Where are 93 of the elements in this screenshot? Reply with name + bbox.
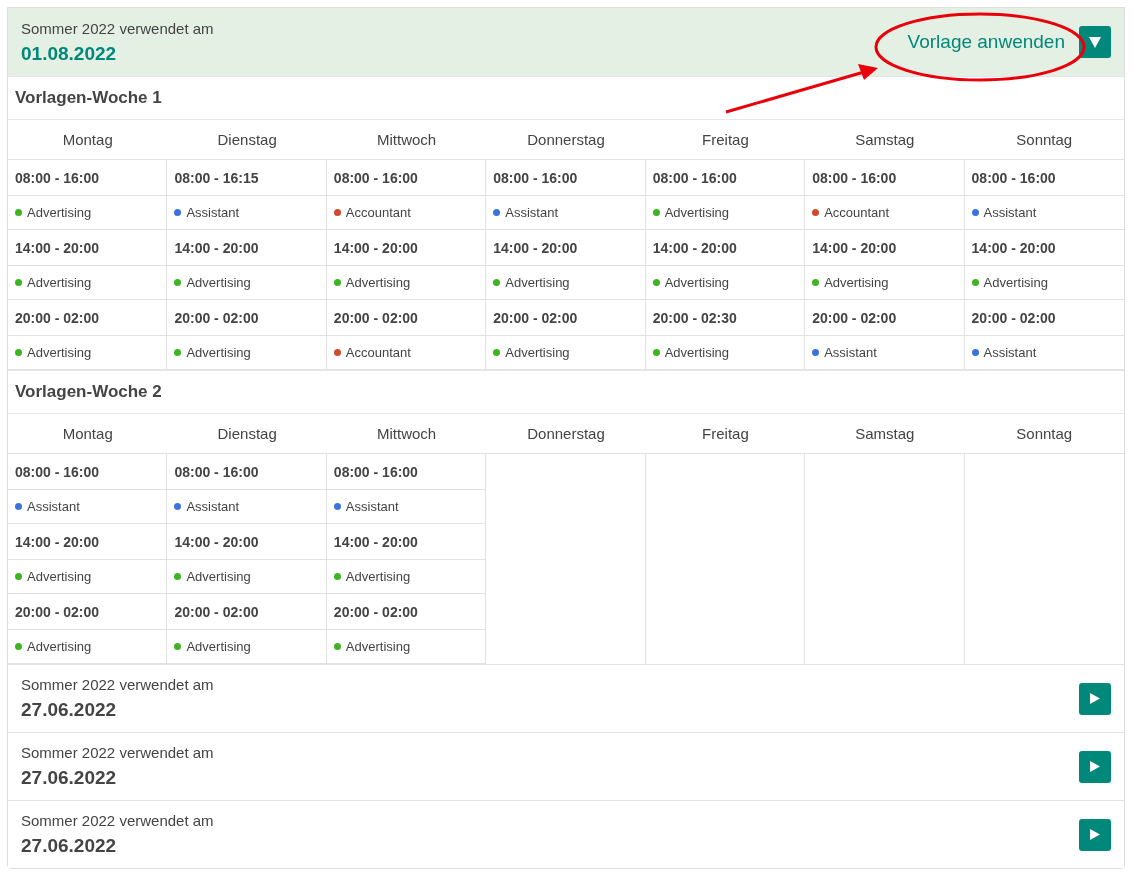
template-label: Sommer 2022 verwendet am (21, 744, 214, 761)
role-label: Accountant (345, 345, 411, 360)
caret-down-icon (1089, 36, 1101, 48)
role-label: Advertising (345, 569, 411, 584)
day-header: Donnerstag (486, 414, 646, 454)
shift-time: 14:00 - 20:00 (167, 230, 326, 266)
shift-time: 20:00 - 02:00 (8, 300, 167, 336)
shift-time: 20:00 - 02:00 (8, 594, 167, 630)
role-label: Assistant (983, 345, 1037, 360)
shift-time: 20:00 - 02:00 (805, 300, 964, 336)
role-label: Assistant (824, 345, 877, 360)
day-header: Freitag (645, 120, 806, 160)
shift-time: 08:00 - 16:00 (8, 454, 167, 490)
role-label: Advertising (186, 569, 251, 584)
day-header: Mittwoch (326, 414, 487, 454)
shift-time: 08:00 - 16:00 (964, 160, 1124, 196)
role-label: Advertising (186, 275, 251, 290)
shift-time: 14:00 - 20:00 (805, 230, 964, 266)
day-header: Dienstag (167, 120, 327, 160)
role-label: Assistant (505, 205, 559, 220)
role-label: Advertising (345, 275, 411, 290)
day-header: Samstag (805, 414, 965, 454)
template-date: 27.06.2022 (21, 835, 118, 857)
role-label: Advertising (27, 345, 92, 360)
role-label: Assistant (186, 205, 240, 220)
toggle-button[interactable] (1079, 750, 1111, 783)
role-label: Accountant (345, 205, 411, 220)
shift-time: 08:00 - 16:00 (805, 160, 964, 196)
role-label: Advertising (186, 345, 251, 360)
role-label: Advertising (27, 275, 92, 290)
day-header: Mittwoch (326, 120, 487, 160)
role-label: Assistant (345, 499, 399, 514)
day-header: Dienstag (167, 414, 327, 454)
day-header: Donnerstag (486, 120, 646, 160)
toggle-button[interactable] (1079, 26, 1111, 58)
shift-time: 20:00 - 02:00 (486, 300, 645, 336)
template-header[interactable]: Sommer 2022 verwendet am 27.06.2022 (8, 800, 1124, 868)
role-label: Advertising (345, 639, 411, 654)
week-title: Vorlagen-Woche 1 (8, 76, 1124, 119)
role-label: Advertising (983, 275, 1048, 290)
play-icon (1090, 761, 1100, 772)
template-label: Sommer 2022 verwendet am (21, 19, 214, 37)
shift-time: 20:00 - 02:00 (167, 594, 326, 630)
role-label: Advertising (186, 639, 251, 654)
day-header: Freitag (645, 414, 806, 454)
role-label: Assistant (27, 499, 80, 514)
play-icon (1090, 829, 1100, 840)
role-label: Advertising (505, 275, 570, 290)
role-label: Advertising (664, 275, 729, 290)
role-label: Assistant (186, 499, 240, 514)
template-date: 27.06.2022 (21, 767, 118, 789)
week-title: Vorlagen-Woche 2 (8, 370, 1124, 413)
role-label: Assistant (983, 205, 1037, 220)
apply-template-link[interactable]: Vorlage anwenden (907, 31, 1065, 53)
template-label: Sommer 2022 verwendet am (21, 676, 214, 693)
shift-time: 20:00 - 02:00 (326, 594, 486, 630)
template-header[interactable]: Sommer 2022 verwendet am 01.08.2022 Vorlage anwenden (8, 8, 1124, 76)
shift-time: 08:00 - 16:00 (8, 160, 167, 196)
toggle-button[interactable] (1079, 818, 1111, 851)
template-label: Sommer 2022 verwendet am (21, 812, 214, 829)
shift-time: 20:00 - 02:30 (645, 300, 805, 336)
day-header: Samstag (805, 120, 965, 160)
role-label: Advertising (824, 275, 889, 290)
day-header: Montag (8, 414, 168, 454)
role-label: Accountant (824, 205, 890, 220)
shift-time: 08:00 - 16:00 (326, 454, 486, 490)
role-label: Advertising (505, 345, 570, 360)
play-icon (1090, 693, 1100, 704)
shift-time: 20:00 - 02:00 (326, 300, 486, 336)
shift-time: 14:00 - 20:00 (486, 230, 645, 266)
shift-time: 08:00 - 16:00 (486, 160, 645, 196)
toggle-button[interactable] (1079, 682, 1111, 715)
shift-time: 14:00 - 20:00 (167, 524, 326, 560)
shift-time: 14:00 - 20:00 (964, 230, 1124, 266)
role-label: Advertising (664, 345, 729, 360)
role-label: Advertising (664, 205, 729, 220)
role-label: Advertising (27, 639, 92, 654)
role-label: Advertising (27, 569, 92, 584)
shift-time: 08:00 - 16:15 (167, 160, 326, 196)
shift-time: 14:00 - 20:00 (8, 524, 167, 560)
shift-time: 08:00 - 16:00 (645, 160, 805, 196)
template-date: 01.08.2022 (21, 42, 118, 65)
day-header: Montag (8, 120, 168, 160)
shift-time: 14:00 - 20:00 (8, 230, 167, 266)
shift-time: 20:00 - 02:00 (167, 300, 326, 336)
shift-time: 14:00 - 20:00 (326, 230, 486, 266)
template-date: 27.06.2022 (21, 699, 118, 721)
shift-time: 14:00 - 20:00 (326, 524, 486, 560)
shift-time: 08:00 - 16:00 (326, 160, 486, 196)
shift-time: 20:00 - 02:00 (964, 300, 1124, 336)
shift-time: 14:00 - 20:00 (645, 230, 805, 266)
shift-time: 08:00 - 16:00 (167, 454, 326, 490)
role-label: Advertising (27, 205, 92, 220)
